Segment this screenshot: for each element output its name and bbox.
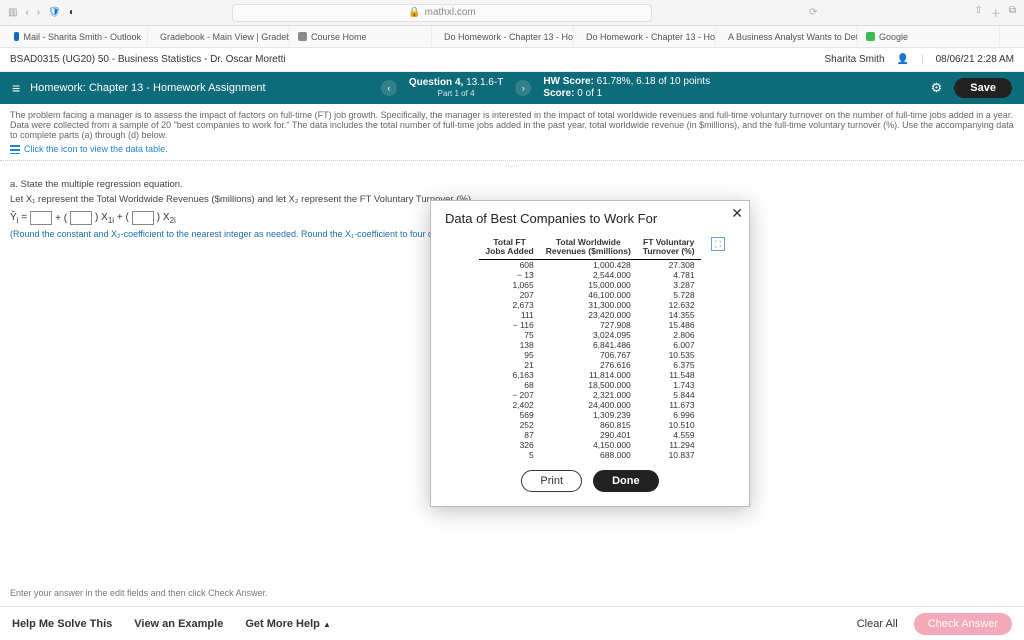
question-indicator: Question 4, 13.1.6-T Part 1 of 4 [409, 77, 503, 99]
column-header: Total WorldwideRevenues ($millions) [540, 238, 637, 259]
table-row: 95706.76710.535 [479, 350, 700, 360]
table-row: 252860.81510.510 [479, 420, 700, 430]
column-header: FT VoluntaryTurnover (%) [637, 238, 701, 259]
tab-label: Google [879, 32, 908, 42]
problem-statement: The problem facing a manager is to asses… [0, 104, 1024, 156]
view-example-link[interactable]: View an Example [134, 618, 223, 630]
table-row: 21276.6166.375 [479, 360, 700, 370]
modal-title: Data of Best Companies to Work For [445, 211, 735, 226]
table-row: 5691,309.2396.996 [479, 410, 700, 420]
save-button[interactable]: Save [954, 78, 1012, 98]
tab-label: Gradebook - Main View | Gradebo... [160, 32, 290, 42]
favicon [14, 32, 19, 41]
column-header: Total FTJobs Added [479, 238, 539, 259]
menu-icon[interactable]: ≡ [12, 80, 20, 96]
course-header: BSAD0315 (UG20) 50 - Business Statistics… [0, 48, 1024, 72]
tab-label: Course Home [311, 32, 367, 42]
table-row: − 132,544.0004.781 [479, 270, 700, 280]
table-row: 6,16311,814.00011.548 [479, 370, 700, 380]
table-row: 1386,841.4866.007 [479, 340, 700, 350]
course-title: BSAD0315 (UG20) 50 - Business Statistics… [10, 54, 286, 65]
shield-icon: 🛡 [48, 7, 61, 18]
next-question-button[interactable]: › [515, 80, 531, 96]
print-button[interactable]: Print [521, 470, 582, 492]
help-solve-link[interactable]: Help Me Solve This [12, 618, 112, 630]
table-row: 87290.4014.559 [479, 430, 700, 440]
settings-icon[interactable]: ⚙ [931, 80, 943, 96]
browser-tab[interactable]: Course Home [292, 26, 432, 47]
clear-all-link[interactable]: Clear All [857, 618, 898, 630]
browser-tab[interactable]: Mail - Sharita Smith - Outlook [8, 26, 148, 47]
homework-bar: ≡ Homework: Chapter 13 - Homework Assign… [0, 72, 1024, 104]
table-row: 6818,500.0001.743 [479, 380, 700, 390]
datetime: 08/06/21 2:28 AM [936, 54, 1014, 65]
data-table: Total FTJobs AddedTotal WorldwideRevenue… [479, 238, 700, 460]
table-row: 6081,000.42827.308 [479, 259, 700, 270]
view-data-table-link[interactable]: Click the icon to view the data table. [10, 144, 1014, 154]
browser-tabs: Mail - Sharita Smith - Outlook Gradebook … [0, 26, 1024, 48]
homework-title: Homework: Chapter 13 - Homework Assignme… [30, 82, 265, 94]
tab-label: Do Homework - Chapter 13 - Hom... [444, 32, 574, 42]
user-icon[interactable]: 👤 [897, 54, 909, 65]
pause-icon: ◐ [69, 7, 75, 18]
browser-tab[interactable]: Do Homework - Chapter 13 - Hom... [434, 26, 574, 47]
answer-hint: Enter your answer in the edit fields and… [10, 588, 268, 598]
popout-icon[interactable]: ⛶ [711, 237, 725, 251]
tab-label: Do Homework - Chapter 13 - Hom... [586, 32, 716, 42]
browser-tab[interactable]: Do Homework - Chapter 13 - Hom... [576, 26, 716, 47]
divider: ····· [0, 160, 1024, 171]
constant-input[interactable] [30, 211, 52, 225]
prev-question-button[interactable]: ‹ [381, 80, 397, 96]
browser-chrome: ▥ ‹ › 🛡 ◐ 🔒mathxl.com ⟳ ⇧ ＋ ⧉ [0, 0, 1024, 26]
x1-coef-input[interactable] [70, 211, 92, 225]
table-row: 5688.00010.837 [479, 450, 700, 460]
table-row: − 116727.90815.486 [479, 320, 700, 330]
table-row: 20746,100.0005.728 [479, 290, 700, 300]
forward-icon[interactable]: › [37, 7, 40, 18]
browser-tab[interactable]: A Business Analyst Wants to Deter... [718, 26, 858, 47]
get-more-help-link[interactable]: Get More Help ▲ [245, 618, 331, 630]
table-row: 1,06515,000.0003.287 [479, 280, 700, 290]
x2-coef-input[interactable] [132, 211, 154, 225]
score-block: HW Score: 61.78%, 6.18 of 10 points Scor… [543, 76, 710, 100]
url-bar[interactable]: 🔒mathxl.com [232, 4, 652, 22]
back-icon[interactable]: ‹ [25, 7, 28, 18]
table-row: 3264,150.00011.294 [479, 440, 700, 450]
tabs-icon[interactable]: ⧉ [1009, 5, 1016, 20]
table-icon [10, 145, 20, 154]
sidebar-toggle-icon[interactable]: ▥ [8, 7, 17, 18]
browser-tab[interactable]: Google [860, 26, 1000, 47]
table-row: 2,67331,300.00012.632 [479, 300, 700, 310]
tab-label: Mail - Sharita Smith - Outlook [23, 32, 141, 42]
new-tab-icon[interactable]: ＋ [991, 5, 1001, 20]
close-icon[interactable]: ✕ [731, 205, 743, 222]
table-row: − 2072,321.0005.844 [479, 390, 700, 400]
footer-bar: Help Me Solve This View an Example Get M… [0, 606, 1024, 640]
table-row: 753,024.0952.806 [479, 330, 700, 340]
favicon [866, 32, 875, 41]
table-row: 11123,420.00014.355 [479, 310, 700, 320]
tab-label: A Business Analyst Wants to Deter... [728, 32, 858, 42]
favicon [298, 32, 307, 41]
data-table-modal: ✕ Data of Best Companies to Work For ⛶ T… [430, 200, 750, 507]
share-icon[interactable]: ⇧ [974, 5, 982, 20]
user-name: Sharita Smith [825, 54, 885, 65]
check-answer-button[interactable]: Check Answer [914, 613, 1012, 635]
refresh-icon[interactable]: ⟳ [809, 7, 817, 18]
table-row: 2,40224,400.00011.673 [479, 400, 700, 410]
browser-tab[interactable]: Gradebook - Main View | Gradebo... [150, 26, 290, 47]
done-button[interactable]: Done [593, 470, 659, 492]
